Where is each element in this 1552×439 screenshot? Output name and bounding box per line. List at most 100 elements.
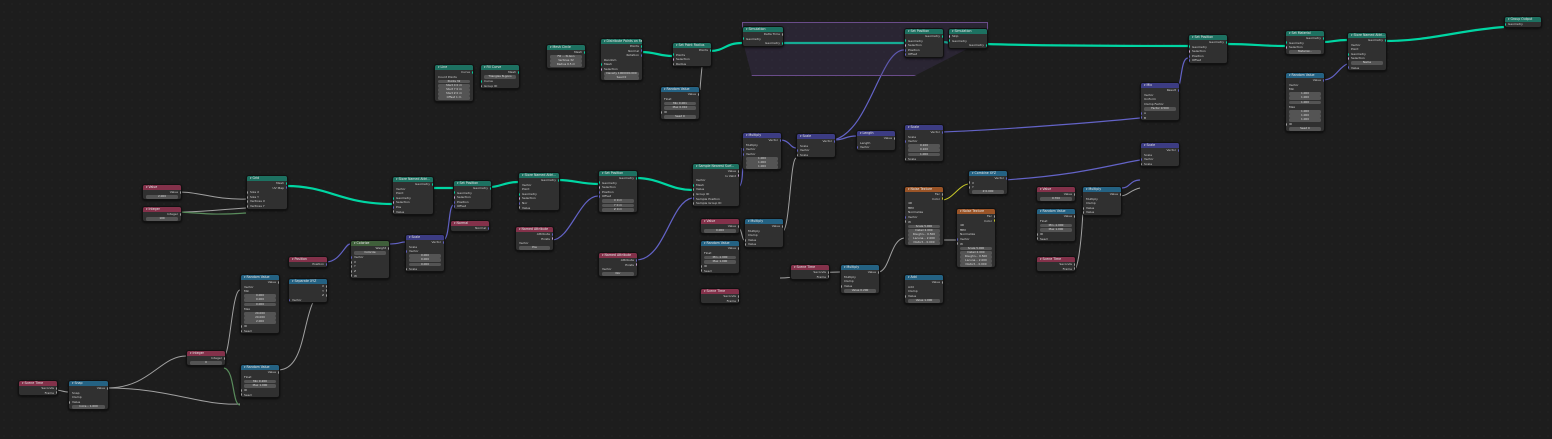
socket-icon[interactable] (487, 226, 489, 230)
socket-icon[interactable] (1505, 22, 1507, 26)
socket-icon[interactable] (673, 62, 675, 66)
socket-icon[interactable] (661, 110, 663, 114)
socket-icon[interactable] (737, 174, 739, 178)
socket-icon[interactable] (599, 195, 601, 199)
node-combine-xyz[interactable]: Combine XYZVectorXYZ 0.000 (968, 170, 1008, 196)
node-set-position-d[interactable]: Set PositionGeometryGeometrySelectionPos… (1188, 34, 1228, 64)
socket-icon[interactable] (1037, 232, 1039, 236)
socket-icon[interactable] (693, 197, 695, 201)
socket-icon[interactable] (905, 53, 907, 57)
socket-icon[interactable] (969, 181, 971, 185)
socket-icon[interactable] (693, 201, 695, 205)
node-field[interactable]: Min 0.200 (244, 379, 276, 384)
node-store-named-attr-b[interactable]: Store Named Attri...GeometryVectorPointG… (518, 172, 560, 212)
node-multiply-a[interactable]: MultiplyVectorMultiplyVectorVector1.0001… (742, 132, 782, 171)
socket-icon[interactable] (949, 39, 951, 43)
socket-icon[interactable] (781, 41, 783, 45)
socket-icon[interactable] (55, 391, 57, 395)
socket-icon[interactable] (745, 243, 747, 247)
node-field[interactable]: Y 0 m (602, 203, 634, 208)
socket-icon[interactable] (781, 32, 783, 36)
node-field[interactable]: Min -1.000 (1040, 223, 1072, 228)
socket-icon[interactable] (1286, 123, 1288, 127)
node-named-attr-b[interactable]: Named AttributeAttributeExistsVectorNor (598, 252, 638, 278)
socket-icon[interactable] (1141, 116, 1143, 120)
socket-icon[interactable] (693, 188, 695, 192)
socket-icon[interactable] (1141, 157, 1143, 161)
socket-icon[interactable] (406, 267, 408, 271)
socket-icon[interactable] (857, 145, 859, 149)
socket-icon[interactable] (905, 48, 907, 52)
socket-icon[interactable] (1348, 66, 1350, 70)
socket-icon[interactable] (737, 299, 739, 303)
socket-icon[interactable] (737, 224, 739, 228)
node-normal[interactable]: NormalNormal (450, 220, 490, 232)
socket-icon[interactable] (325, 289, 327, 293)
socket-icon[interactable] (1189, 54, 1191, 58)
node-scale-d[interactable]: ScaleVectorScaleVectorScale (1140, 142, 1180, 168)
node-random-value-a[interactable]: Random ValueValueVectorMin0.0000.0000.00… (240, 274, 280, 335)
socket-icon[interactable] (1189, 45, 1191, 49)
node-length[interactable]: LengthValueLengthVector (856, 130, 896, 151)
socket-icon[interactable] (640, 49, 642, 53)
socket-icon[interactable] (1286, 41, 1288, 45)
socket-icon[interactable] (635, 176, 637, 180)
socket-icon[interactable] (325, 284, 327, 288)
node-scale-c[interactable]: ScaleVectorScaleVector0.1000.1001.000Sca… (904, 124, 944, 163)
socket-icon[interactable] (941, 197, 943, 201)
socket-icon[interactable] (454, 191, 456, 195)
socket-icon[interactable] (454, 205, 456, 209)
socket-icon[interactable] (285, 181, 287, 185)
socket-icon[interactable] (993, 219, 995, 223)
node-field[interactable]: 0 (190, 360, 222, 365)
node-field[interactable]: Min 0.001 (664, 101, 696, 106)
node-colorize-frame[interactable]: ColorizeWeightColorizeVectorXYZW (350, 240, 390, 280)
node-set-position-a[interactable]: Set PositionGeometryGeometrySelectionPos… (453, 180, 492, 210)
socket-icon[interactable] (489, 186, 491, 190)
node-field[interactable]: 1.000 (746, 165, 778, 169)
socket-icon[interactable] (247, 200, 249, 204)
node-store-named-attr-c[interactable]: Store Named Attri...GeometryVectorPointG… (1347, 32, 1387, 72)
node-editor-canvas[interactable]: Scene TimeSecondsFrameSnapValueSnapClamp… (0, 0, 1552, 439)
node-snap[interactable]: SnapValueSnapClampValueIncre... 1.000 (68, 380, 109, 410)
socket-icon[interactable] (454, 200, 456, 204)
socket-icon[interactable] (1322, 36, 1324, 40)
node-field[interactable]: Z 0 m (602, 207, 634, 212)
socket-icon[interactable] (1189, 59, 1191, 63)
socket-icon[interactable] (905, 220, 907, 224)
socket-icon[interactable] (905, 39, 907, 43)
socket-icon[interactable] (387, 246, 389, 250)
node-noise-tex-a[interactable]: Noise TextureFacColor4DfBMNormalizeVecto… (904, 186, 944, 247)
node-sim-output[interactable]: SimulationSkipGeometryGeometry (948, 28, 988, 49)
socket-icon[interactable] (1286, 45, 1288, 49)
socket-icon[interactable] (1322, 78, 1324, 82)
socket-icon[interactable] (779, 138, 781, 142)
socket-icon[interactable] (517, 70, 519, 74)
node-field[interactable]: Distort... 0.000 (908, 241, 940, 246)
node-field[interactable]: Seed 0 (604, 76, 639, 80)
socket-icon[interactable] (599, 181, 601, 185)
socket-icon[interactable] (709, 48, 711, 52)
node-field[interactable]: Value 1.000 (908, 298, 940, 303)
node-field[interactable]: 100 (146, 216, 178, 221)
socket-icon[interactable] (351, 255, 353, 259)
socket-icon[interactable] (551, 232, 553, 236)
node-field[interactable]: 0.000 (704, 228, 736, 233)
socket-icon[interactable] (743, 37, 745, 41)
socket-icon[interactable] (393, 210, 395, 214)
socket-icon[interactable] (693, 183, 695, 187)
socket-icon[interactable] (985, 43, 987, 47)
socket-icon[interactable] (247, 195, 249, 199)
socket-icon[interactable] (277, 280, 279, 284)
node-set-material[interactable]: Set MaterialGeometryGeometrySelectionMat… (1285, 30, 1325, 56)
socket-icon[interactable] (893, 136, 895, 140)
socket-icon[interactable] (635, 258, 637, 262)
node-fill-curve[interactable]: Fill CurveMeshTriangles N-gonsCurveGroup… (480, 64, 520, 90)
socket-icon[interactable] (877, 270, 879, 274)
socket-icon[interactable] (941, 130, 943, 134)
node-position-a[interactable]: PositionPosition (288, 256, 328, 268)
socket-icon[interactable] (241, 329, 243, 333)
node-field[interactable]: 20.000 (244, 311, 276, 316)
socket-icon[interactable] (827, 275, 829, 279)
socket-icon[interactable] (827, 270, 829, 274)
